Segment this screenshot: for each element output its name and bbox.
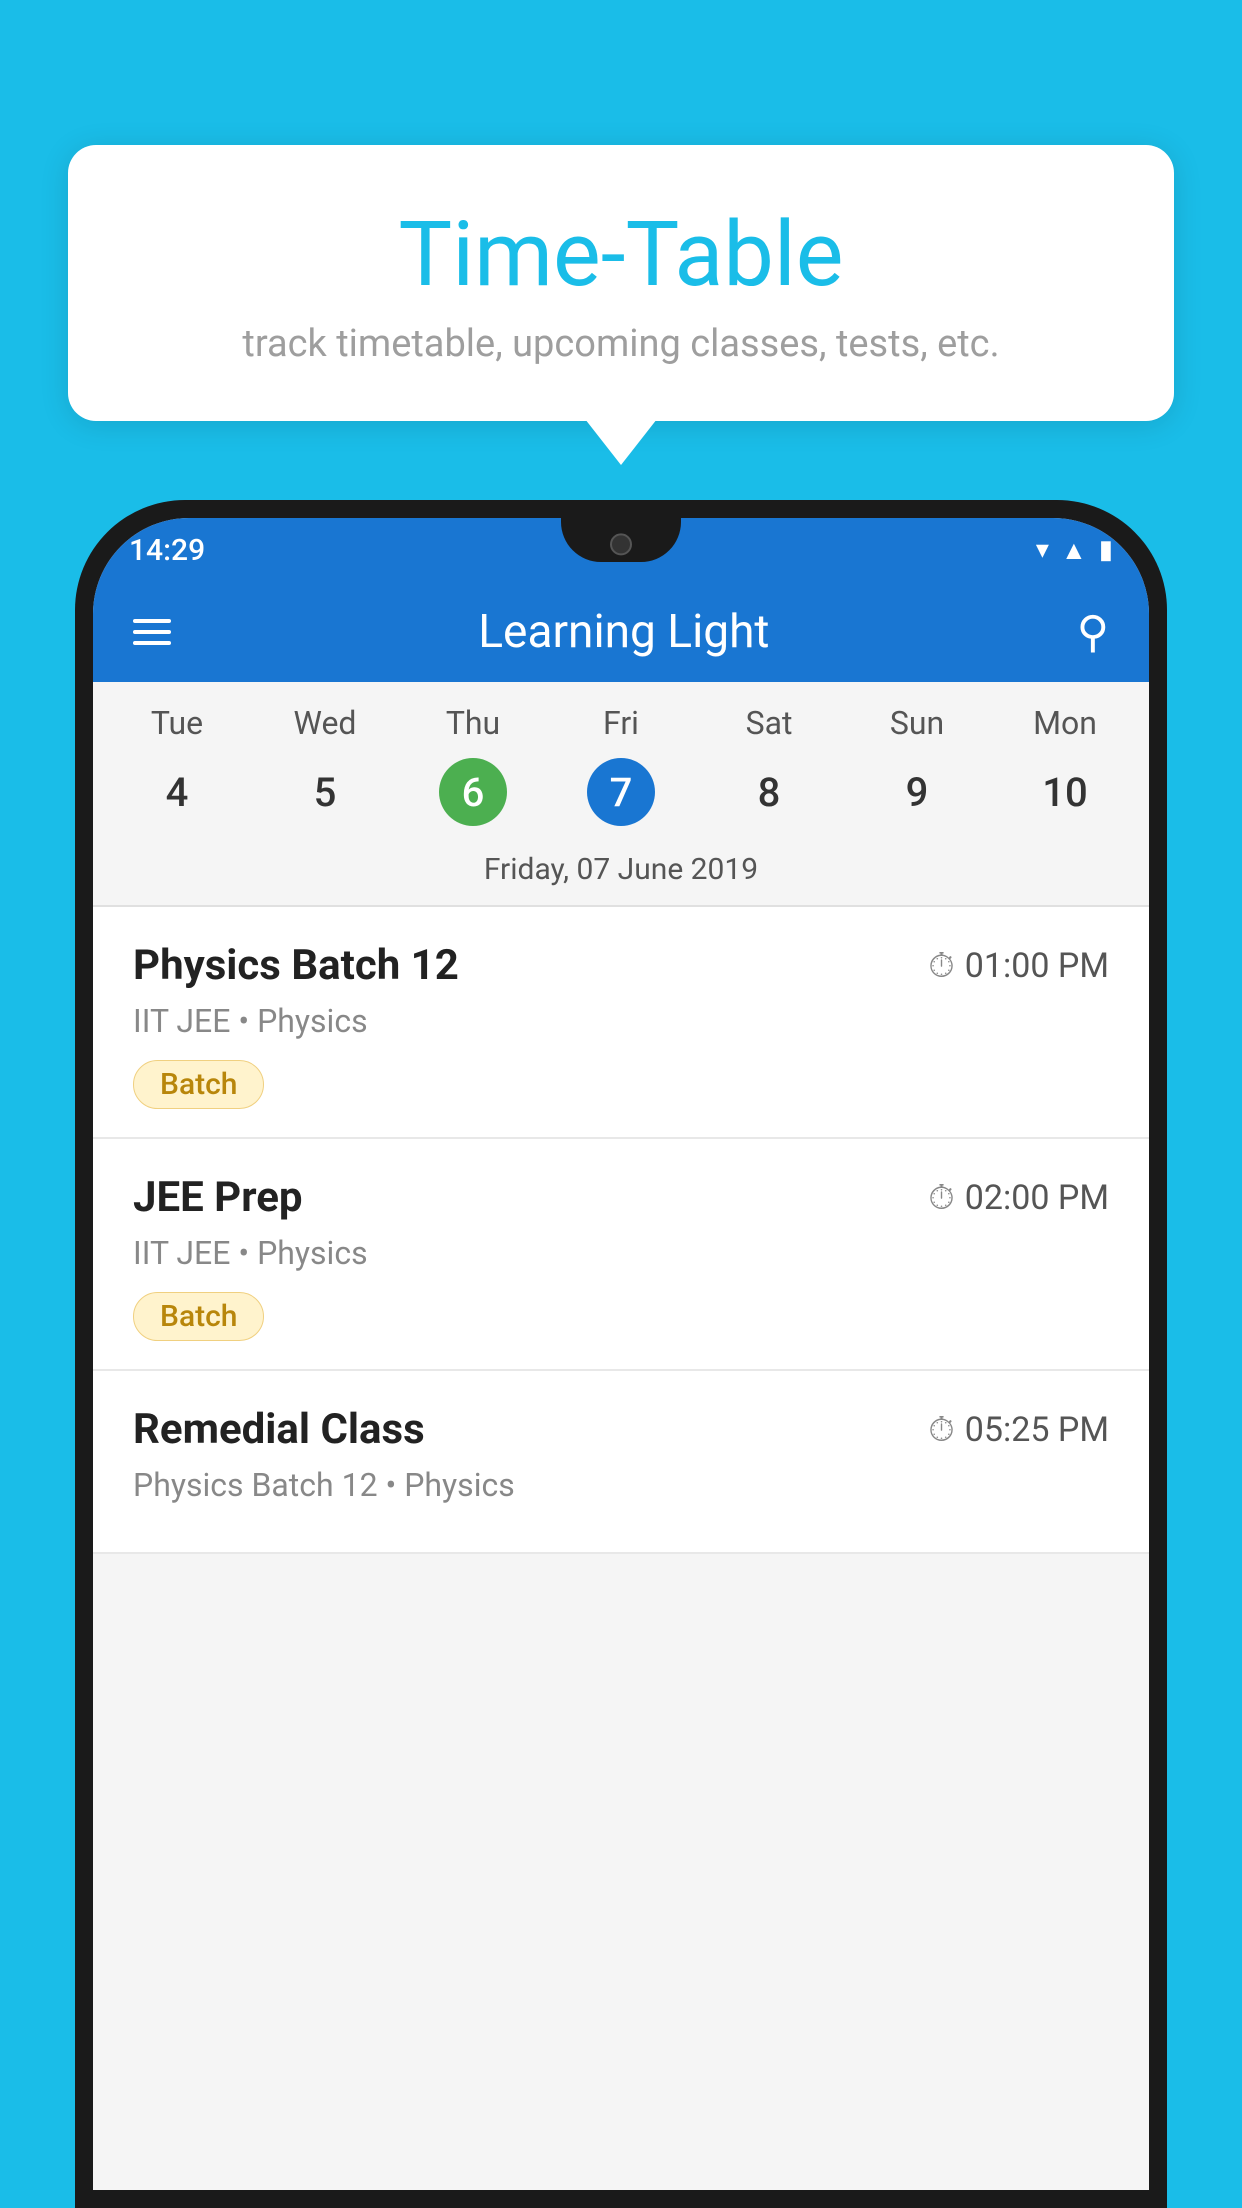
clock-icon-2: ⏱ <box>928 1178 955 1218</box>
calendar-section: Tue Wed Thu Fri Sat Sun Mon 4 5 6 <box>93 682 1149 905</box>
schedule-item-3-time-container: ⏱ 05:25 PM <box>928 1410 1109 1450</box>
hamburger-line-2 <box>133 630 171 634</box>
day-sun: Sun <box>843 704 991 742</box>
app-title: Learning Light <box>478 605 769 659</box>
day-mon: Mon <box>991 704 1139 742</box>
schedule-item-1-badge: Batch <box>133 1060 264 1109</box>
signal-icon: ▲ <box>1061 535 1087 566</box>
day-thu: Thu <box>399 704 547 742</box>
schedule-item-2-subtitle: IIT JEE • Physics <box>133 1234 1109 1272</box>
search-icon[interactable]: ⚲ <box>1077 606 1109 658</box>
date-7-selected[interactable]: 7 <box>547 758 695 826</box>
tooltip-subtitle: track timetable, upcoming classes, tests… <box>118 322 1124 366</box>
status-bar: 14:29 ▾ ▲ ▮ <box>93 518 1149 582</box>
selected-date-label: Friday, 07 June 2019 <box>93 842 1149 905</box>
camera <box>610 533 632 555</box>
wifi-icon: ▾ <box>1036 535 1049 565</box>
schedule-item-2-time: 02:00 PM <box>965 1178 1109 1218</box>
status-icons: ▾ ▲ ▮ <box>1036 535 1113 566</box>
app-header: Learning Light ⚲ <box>93 582 1149 682</box>
dates-row: 4 5 6 7 8 9 10 <box>93 750 1149 842</box>
schedule-item-jee-prep[interactable]: JEE Prep ⏱ 02:00 PM IIT JEE • Physics Ba… <box>93 1139 1149 1371</box>
schedule-item-1-subtitle: IIT JEE • Physics <box>133 1002 1109 1040</box>
schedule-item-3-subtitle: Physics Batch 12 • Physics <box>133 1466 1109 1504</box>
battery-icon: ▮ <box>1099 535 1113 565</box>
status-time: 14:29 <box>129 533 205 568</box>
date-9[interactable]: 9 <box>843 758 991 826</box>
date-6-today[interactable]: 6 <box>399 758 547 826</box>
schedule-item-2-title: JEE Prep <box>133 1173 303 1222</box>
hamburger-line-1 <box>133 619 171 623</box>
schedule-item-2-header: JEE Prep ⏱ 02:00 PM <box>133 1173 1109 1222</box>
schedule-item-3-header: Remedial Class ⏱ 05:25 PM <box>133 1405 1109 1454</box>
day-tue: Tue <box>103 704 251 742</box>
schedule-item-2-badge: Batch <box>133 1292 264 1341</box>
day-sat: Sat <box>695 704 843 742</box>
schedule-container: Physics Batch 12 ⏱ 01:00 PM IIT JEE • Ph… <box>93 907 1149 1554</box>
notch <box>561 518 681 562</box>
schedule-item-2-time-container: ⏱ 02:00 PM <box>928 1178 1109 1218</box>
day-fri: Fri <box>547 704 695 742</box>
phone-screen: 14:29 ▾ ▲ ▮ Learning Light ⚲ Tue <box>93 518 1149 2190</box>
tooltip-title: Time-Table <box>118 205 1124 304</box>
date-4[interactable]: 4 <box>103 758 251 826</box>
date-10[interactable]: 10 <box>991 758 1139 826</box>
schedule-item-1-time: 01:00 PM <box>965 946 1109 986</box>
phone-mockup: 14:29 ▾ ▲ ▮ Learning Light ⚲ Tue <box>75 500 1167 2208</box>
day-wed: Wed <box>251 704 399 742</box>
date-5[interactable]: 5 <box>251 758 399 826</box>
schedule-item-3-title: Remedial Class <box>133 1405 425 1454</box>
hamburger-line-3 <box>133 641 171 645</box>
schedule-item-1-title: Physics Batch 12 <box>133 941 459 990</box>
schedule-item-1-time-container: ⏱ 01:00 PM <box>928 946 1109 986</box>
hamburger-menu[interactable] <box>133 619 171 645</box>
tooltip-card: Time-Table track timetable, upcoming cla… <box>68 145 1174 421</box>
clock-icon-3: ⏱ <box>928 1410 955 1450</box>
days-header: Tue Wed Thu Fri Sat Sun Mon <box>93 682 1149 750</box>
schedule-item-physics-batch-12[interactable]: Physics Batch 12 ⏱ 01:00 PM IIT JEE • Ph… <box>93 907 1149 1139</box>
schedule-item-3-time: 05:25 PM <box>965 1410 1109 1450</box>
schedule-item-1-header: Physics Batch 12 ⏱ 01:00 PM <box>133 941 1109 990</box>
date-8[interactable]: 8 <box>695 758 843 826</box>
clock-icon-1: ⏱ <box>928 946 955 986</box>
schedule-item-remedial[interactable]: Remedial Class ⏱ 05:25 PM Physics Batch … <box>93 1371 1149 1554</box>
